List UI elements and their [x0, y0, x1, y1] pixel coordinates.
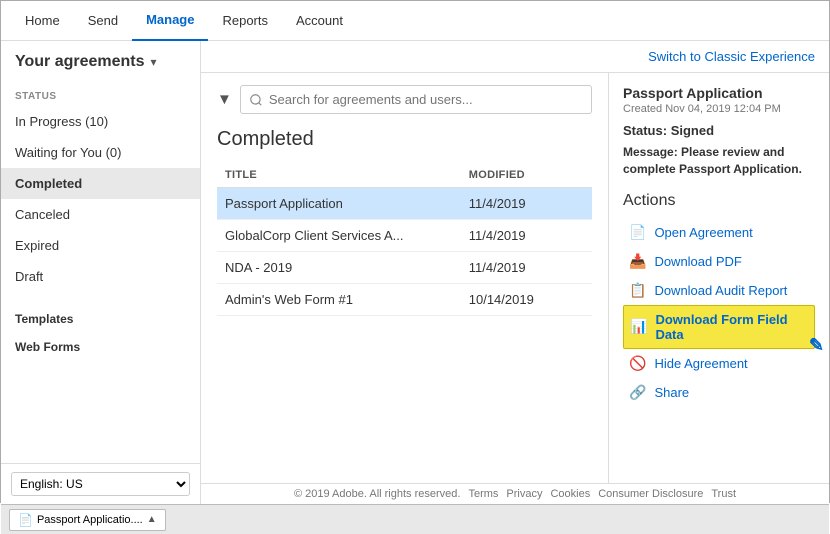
sidebar-item-expired[interactable]: Expired	[1, 230, 200, 261]
footer-privacy[interactable]: Privacy	[506, 488, 542, 500]
language-select[interactable]: English: US	[11, 472, 190, 496]
sidebar-item-waiting[interactable]: Waiting for You (0)	[1, 137, 200, 168]
sidebar-item-completed[interactable]: Completed	[1, 168, 200, 199]
row-title: GlobalCorp Client Services A...	[217, 220, 461, 252]
nav-reports[interactable]: Reports	[208, 1, 282, 41]
sidebar-item-in-progress[interactable]: In Progress (10)	[1, 106, 200, 137]
footer-copyright: © 2019 Adobe. All rights reserved.	[294, 488, 460, 500]
action-icon: 📊	[630, 318, 647, 335]
action-item-download-form-field-data[interactable]: 📊 Download Form Field Data ✎	[623, 305, 815, 349]
chevron-down-icon[interactable]: ▾	[151, 55, 157, 69]
table-row[interactable]: GlobalCorp Client Services A... 11/4/201…	[217, 220, 592, 252]
footer-consumer-disclosure[interactable]: Consumer Disclosure	[598, 488, 703, 500]
action-label: Download Audit Report	[654, 283, 787, 298]
row-modified: 11/4/2019	[461, 252, 592, 284]
action-icon: 📄	[629, 224, 646, 241]
table-row[interactable]: Admin's Web Form #1 10/14/2019	[217, 284, 592, 316]
action-icon: 📋	[629, 282, 646, 299]
taskbar-file-icon: 📄	[18, 513, 33, 527]
action-label: Download Form Field Data	[655, 312, 808, 342]
sidebar-footer: English: US	[1, 463, 200, 504]
table-row[interactable]: Passport Application 11/4/2019	[217, 188, 592, 220]
nav-home[interactable]: Home	[11, 1, 74, 41]
action-item-download-pdf[interactable]: 📥 Download PDF	[623, 247, 815, 276]
row-title: Admin's Web Form #1	[217, 284, 461, 316]
action-label: Open Agreement	[654, 225, 752, 240]
taskbar-chevron-icon[interactable]: ▲	[147, 514, 157, 525]
taskbar-item[interactable]: 📄 Passport Applicatio.... ▲	[9, 509, 166, 531]
taskbar: 📄 Passport Applicatio.... ▲	[1, 504, 829, 534]
detail-title: Passport Application	[623, 85, 815, 101]
middle-panel: ▼ Completed TITLE MODIFIED Passport Appl…	[201, 73, 609, 483]
sidebar: Your agreements ▾ STATUS In Progress (10…	[1, 41, 201, 504]
table-row[interactable]: NDA - 2019 11/4/2019	[217, 252, 592, 284]
action-label: Share	[654, 385, 689, 400]
nav-send[interactable]: Send	[74, 1, 132, 41]
status-section-label: STATUS	[1, 83, 200, 106]
footer-terms[interactable]: Terms	[468, 488, 498, 500]
search-input[interactable]	[240, 85, 592, 114]
action-label: Hide Agreement	[654, 356, 747, 371]
row-modified: 11/4/2019	[461, 220, 592, 252]
action-icon: 🚫	[629, 355, 646, 372]
taskbar-item-label: Passport Applicatio....	[37, 514, 143, 526]
col-modified-header: MODIFIED	[461, 163, 592, 188]
detail-message: Message: Please review and complete Pass…	[623, 144, 815, 178]
row-title: Passport Application	[217, 188, 461, 220]
action-item-open-agreement[interactable]: 📄 Open Agreement	[623, 218, 815, 247]
switch-classic-link[interactable]: Switch to Classic Experience	[648, 49, 815, 64]
detail-status: Status: Signed	[623, 123, 815, 138]
action-icon: 🔗	[629, 384, 646, 401]
top-nav: Home Send Manage Reports Account	[1, 1, 829, 41]
sidebar-item-templates[interactable]: Templates	[1, 302, 200, 330]
actions-title: Actions	[623, 192, 815, 210]
agreements-table: TITLE MODIFIED Passport Application 11/4…	[217, 163, 592, 316]
footer-trust[interactable]: Trust	[711, 488, 736, 500]
action-label: Download PDF	[654, 254, 741, 269]
sidebar-title: Your agreements	[15, 53, 145, 71]
sidebar-item-web-forms[interactable]: Web Forms	[1, 330, 200, 358]
action-item-share[interactable]: 🔗 Share	[623, 378, 815, 407]
sidebar-item-draft[interactable]: Draft	[1, 261, 200, 292]
col-title-header: TITLE	[217, 163, 461, 188]
action-icon: 📥	[629, 253, 646, 270]
nav-manage[interactable]: Manage	[132, 1, 208, 41]
right-panel: Passport Application Created Nov 04, 201…	[609, 73, 829, 483]
sidebar-item-canceled[interactable]: Canceled	[1, 199, 200, 230]
cursor-icon: ✎	[809, 335, 824, 356]
actions-list: 📄 Open Agreement 📥 Download PDF 📋 Downlo…	[623, 218, 815, 407]
nav-account[interactable]: Account	[282, 1, 357, 41]
content-area: Switch to Classic Experience ▼ Completed…	[201, 41, 829, 504]
section-title: Completed	[217, 128, 592, 151]
row-modified: 11/4/2019	[461, 188, 592, 220]
detail-created: Created Nov 04, 2019 12:04 PM	[623, 103, 815, 115]
action-item-download-audit-report[interactable]: 📋 Download Audit Report	[623, 276, 815, 305]
footer-cookies[interactable]: Cookies	[550, 488, 590, 500]
row-title: NDA - 2019	[217, 252, 461, 284]
row-modified: 10/14/2019	[461, 284, 592, 316]
action-item-hide-agreement[interactable]: 🚫 Hide Agreement	[623, 349, 815, 378]
filter-icon[interactable]: ▼	[217, 91, 232, 108]
footer: © 2019 Adobe. All rights reserved. Terms…	[201, 483, 829, 504]
